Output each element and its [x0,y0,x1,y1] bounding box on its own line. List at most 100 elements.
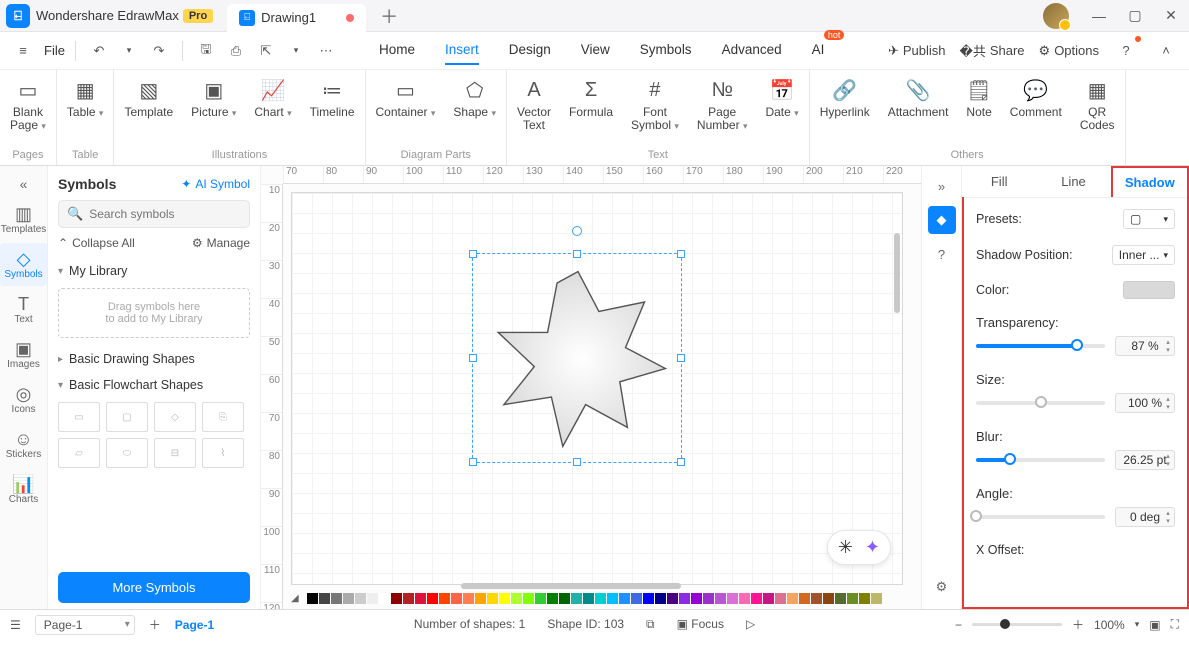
menu-insert[interactable]: Insert [445,36,479,65]
maximize-button[interactable]: ▢ [1117,2,1153,30]
palette-swatch[interactable] [811,593,822,604]
publish-button[interactable]: ✈ Publish [888,43,946,59]
resize-handle-t[interactable] [573,250,581,258]
resize-handle-tr[interactable] [677,250,685,258]
section-basic-drawing[interactable]: Basic Drawing Shapes [58,346,250,372]
blur-slider[interactable] [976,458,1105,462]
palette-swatch[interactable] [595,593,606,604]
zoom-slider[interactable] [972,623,1062,626]
palette-swatch[interactable] [799,593,810,604]
page-surface[interactable] [291,192,903,585]
palette-swatch[interactable] [391,593,402,604]
palette-swatch[interactable] [499,593,510,604]
shape-process[interactable]: ▭ [58,402,100,432]
palette-swatch[interactable] [835,593,846,604]
play-button[interactable]: ▷ [746,617,755,632]
user-avatar[interactable] [1043,3,1069,29]
menu-symbols[interactable]: Symbols [640,36,692,65]
ribbon-formula[interactable]: ΣFormula [569,76,613,119]
presets-select[interactable]: ▢▾ [1123,209,1175,229]
transparency-slider[interactable] [976,344,1105,348]
palette-swatch[interactable] [619,593,630,604]
scrollbar-horizontal[interactable] [461,583,681,589]
palette-swatch[interactable] [319,593,330,604]
section-basic-flowchart[interactable]: Basic Flowchart Shapes [58,372,250,398]
shape-rounded[interactable]: ▢ [106,402,148,432]
options-button[interactable]: ⚙ Options [1039,43,1099,59]
palette-swatch[interactable] [415,593,426,604]
symbol-search[interactable]: 🔍 [58,200,250,228]
ribbon-date[interactable]: 📅Date ▾ [765,76,798,119]
ribbon-shape[interactable]: ⬠Shape ▾ [453,76,496,119]
section-my-library[interactable]: My Library [58,258,250,284]
angle-slider[interactable] [976,515,1105,519]
palette-swatch[interactable] [583,593,594,604]
palette-swatch[interactable] [871,593,882,604]
shape-decision[interactable]: ◇ [154,402,196,432]
fullscreen-button[interactable]: ⛶ [1171,617,1179,632]
manage-button[interactable]: ⚙ Manage [192,236,250,250]
more-quick-button[interactable]: ⋯ [313,38,339,64]
palette-swatch[interactable] [427,593,438,604]
palette-swatch[interactable] [787,593,798,604]
menu-ai[interactable]: AI [812,36,825,65]
shape-predefined[interactable]: ⊟ [154,438,196,468]
palette-swatch[interactable] [847,593,858,604]
outline-button[interactable]: ☰ [10,618,21,632]
active-page-tab[interactable]: Page-1 [175,618,214,632]
ribbon-hyperlink[interactable]: 🔗Hyperlink [820,76,870,119]
my-library-dropzone[interactable]: Drag symbols hereto add to My Library [58,288,250,338]
transparency-value[interactable]: 87 %▴▾ [1115,336,1175,356]
palette-swatch[interactable] [535,593,546,604]
undo-dropdown[interactable]: ▾ [116,38,142,64]
focus-button[interactable]: ▣ Focus [677,617,724,632]
palette-swatch[interactable] [403,593,414,604]
palette-swatch[interactable] [751,593,762,604]
resize-handle-r[interactable] [677,354,685,362]
palette-swatch[interactable] [739,593,750,604]
palette-swatch[interactable] [307,593,318,604]
palette-swatch[interactable] [487,593,498,604]
palette-swatch[interactable] [823,593,834,604]
collapse-left-rail[interactable]: « [20,172,28,196]
ribbon-table[interactable]: ▦Table ▾ [67,76,104,119]
share-button[interactable]: �共 Share [959,41,1024,60]
scrollbar-vertical[interactable] [894,233,900,313]
shape-data[interactable]: ▱ [58,438,100,468]
palette-swatch[interactable] [355,593,366,604]
fill-tool-button[interactable]: ◆ [928,206,956,234]
angle-value[interactable]: 0 deg▴▾ [1115,507,1175,527]
resize-handle-b[interactable] [573,458,581,466]
export-dropdown[interactable]: ▾ [283,38,309,64]
shape-terminator[interactable]: ⬭ [106,438,148,468]
ribbon-template[interactable]: ▧Template [124,76,173,119]
palette-swatch[interactable] [511,593,522,604]
ribbon-comment[interactable]: 💬Comment [1010,76,1062,119]
canvas[interactable]: 7080901001101201301401501601701801902002… [261,166,921,609]
settings-button[interactable]: ⚙ [928,573,956,601]
zoom-value[interactable]: 100% [1094,618,1125,632]
star-shape[interactable] [483,264,673,454]
ribbon-container[interactable]: ▭Container ▾ [376,76,436,119]
menu-design[interactable]: Design [509,36,551,65]
resize-handle-bl[interactable] [469,458,477,466]
palette-swatch[interactable] [715,593,726,604]
zoom-in-button[interactable]: ＋ [1072,616,1084,633]
selection-box[interactable] [472,253,682,463]
leftrail-icons[interactable]: ◎Icons [0,378,47,421]
palette-swatch[interactable] [703,593,714,604]
ribbon-blank-page[interactable]: ▭BlankPage ▾ [10,76,46,132]
redo-button[interactable]: ↷ [146,38,172,64]
prop-tab-line[interactable]: Line [1036,166,1110,197]
ribbon-note[interactable]: 🗒Note [966,76,991,119]
palette-swatch[interactable] [775,593,786,604]
search-input[interactable] [89,207,241,221]
leftrail-templates[interactable]: ▥Templates [0,198,47,241]
rotate-handle[interactable] [572,226,582,236]
ai-symbol-button[interactable]: ✦ AI Symbol [181,177,250,191]
palette-swatch[interactable] [667,593,678,604]
palette-swatch[interactable] [379,593,390,604]
brightness-icon[interactable]: ✳ [838,537,853,558]
collapse-ribbon-button[interactable]: ˄ [1153,38,1179,64]
palette-swatch[interactable] [643,593,654,604]
